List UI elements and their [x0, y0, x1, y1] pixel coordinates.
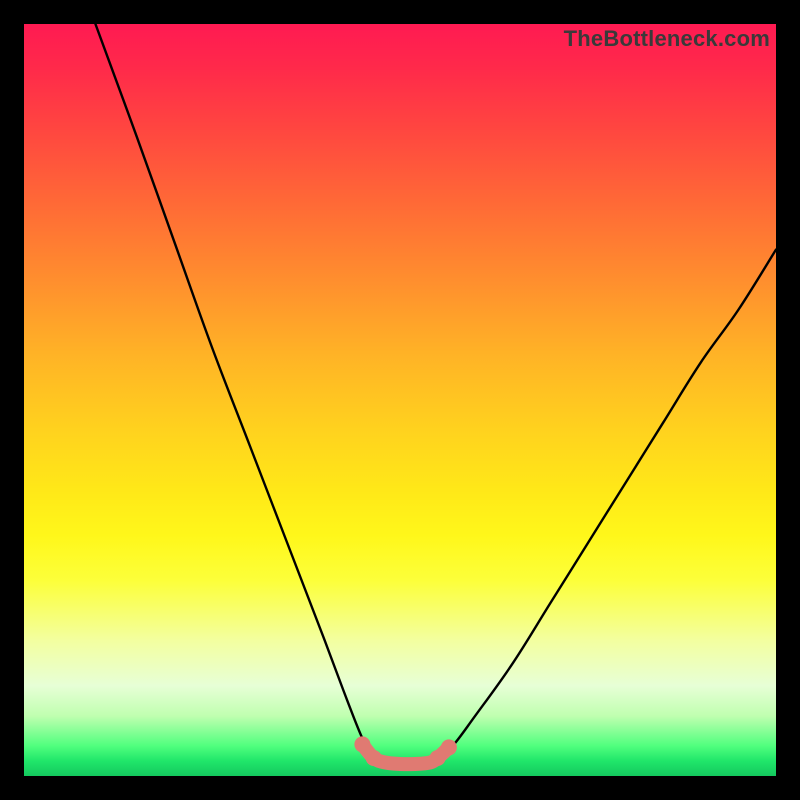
chart-frame: TheBottleneck.com: [0, 0, 800, 800]
series-left-curve: [95, 24, 373, 758]
series-right-curve: [438, 250, 776, 758]
minimum-bead: [366, 750, 382, 766]
curve-layer: [95, 24, 776, 764]
minimum-bead: [441, 739, 457, 755]
plot-area: TheBottleneck.com: [24, 24, 776, 776]
minimum-bead: [354, 736, 370, 752]
marker-layer: [354, 736, 456, 766]
chart-svg: [24, 24, 776, 776]
